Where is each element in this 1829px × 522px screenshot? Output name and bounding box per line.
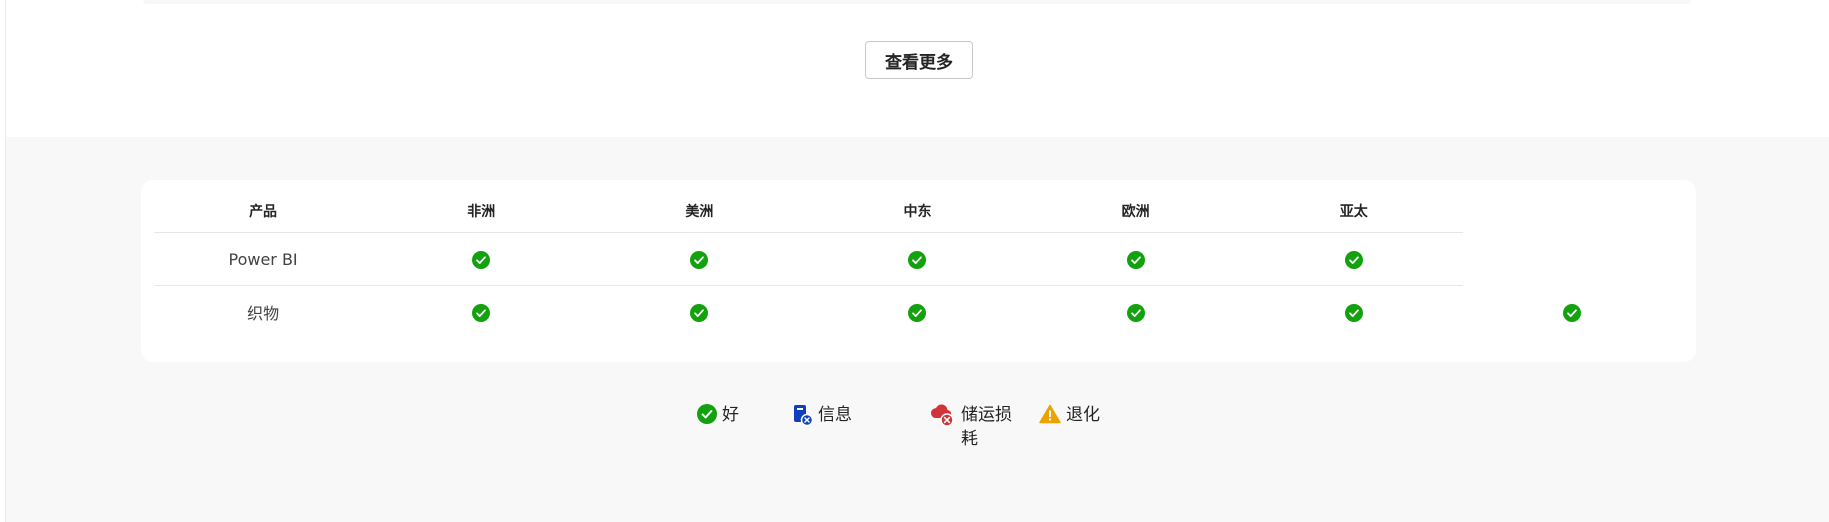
check-circle-icon [1344,303,1363,322]
header-asia-pacific: 亚太 [1244,190,1463,233]
legend-item-degraded-storage: 储运损耗 [930,403,1012,451]
legend-label: 好 [722,405,739,425]
product-name: Power BI [154,232,373,286]
table-row: 织物 [154,286,1681,339]
table-header-row: 产品 非洲 美洲 中东 欧洲 亚太 [154,190,1681,233]
check-circle-icon [1562,303,1581,322]
view-more-button[interactable]: 查看更多 [865,41,973,79]
check-circle-icon [908,250,927,269]
check-circle-icon [697,404,717,424]
product-name: 织物 [247,304,280,323]
service-status-table: 产品 非洲 美洲 中东 欧洲 亚太 Power BI 织物 [154,190,1681,338]
legend-item-degraded: 退化 [1039,403,1100,427]
legend-label: 退化 [1066,405,1100,425]
check-circle-icon [1126,250,1145,269]
check-circle-icon [690,303,709,322]
info-document-icon [794,405,813,426]
legend-item-good: 好 [697,403,739,427]
check-circle-icon [1344,250,1363,269]
legend-label: 储运损耗 [961,405,1012,449]
cloud-error-icon [930,404,954,427]
check-circle-icon [1126,303,1145,322]
header-africa: 非洲 [372,190,591,233]
header-product: 产品 [154,190,373,233]
warning-icon [1039,404,1061,424]
header-middle-east: 中东 [808,190,1027,233]
table-row: Power BI [154,232,1681,286]
legend-item-info: 信息 [793,403,852,427]
header-americas: 美洲 [590,190,809,233]
service-status-card: 产品 非洲 美洲 中东 欧洲 亚太 Power BI 织物 [141,180,1696,362]
check-circle-icon [690,250,709,269]
check-circle-icon [472,250,491,269]
check-circle-icon [908,303,927,322]
header-europe: 欧洲 [1026,190,1245,233]
status-legend: 好 信息 储运损耗 退化 [0,403,1829,463]
legend-label: 信息 [818,405,852,425]
previous-card-edge [143,0,1691,4]
check-circle-icon [472,303,491,322]
